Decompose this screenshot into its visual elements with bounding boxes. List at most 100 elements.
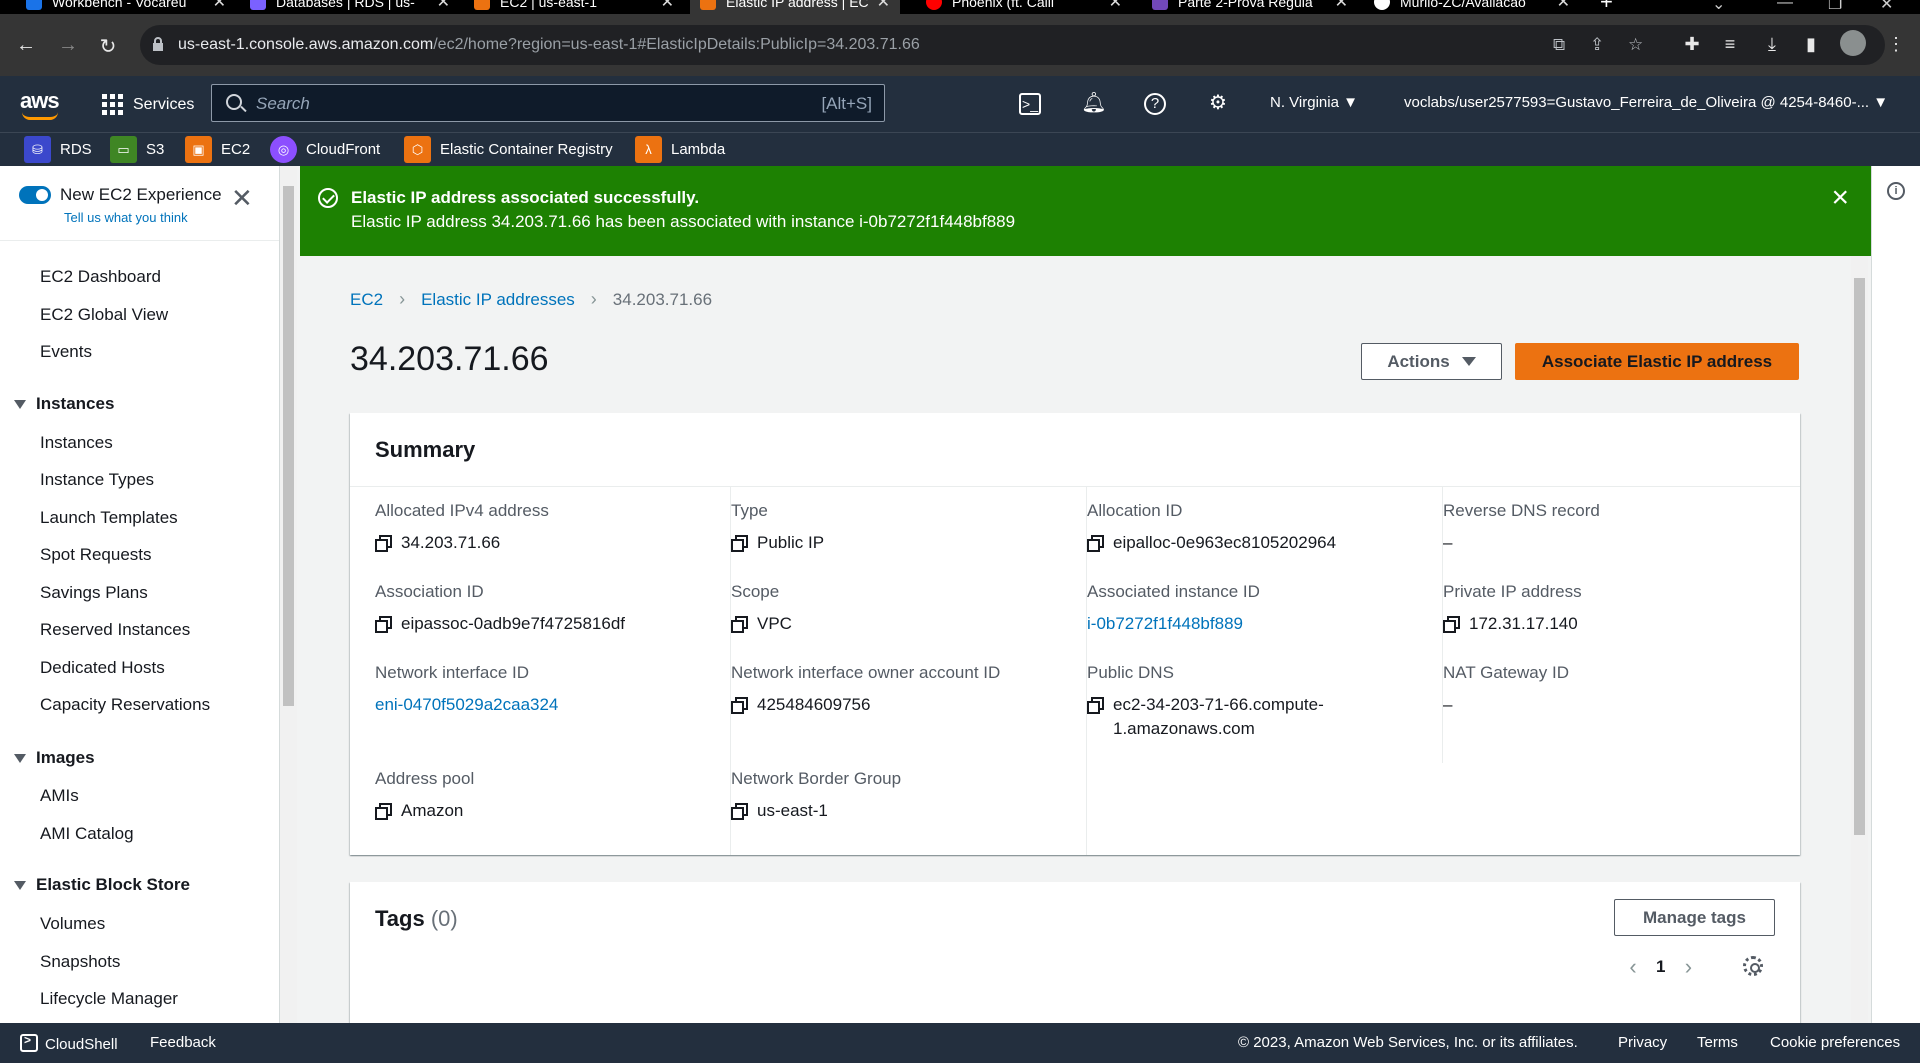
sidebar-item-global-view[interactable]: EC2 Global View (40, 305, 168, 325)
sidebar-item-launch-templates[interactable]: Launch Templates (40, 508, 178, 528)
chevron-left-icon[interactable]: ‹ (1620, 954, 1646, 980)
favorite-rds[interactable]: ⛁ RDS (24, 136, 92, 163)
share-icon[interactable]: ⇪ (1590, 35, 1604, 55)
sidebar-item-ami-catalog[interactable]: AMI Catalog (40, 824, 134, 844)
info-icon[interactable]: i (1887, 182, 1905, 200)
sidebar-section-instances[interactable]: Instances (14, 394, 114, 414)
copy-icon[interactable] (731, 616, 748, 633)
browser-tab[interactable]: Phoenix (ft. Caili ✕ (926, 0, 1122, 14)
browser-tab-active[interactable]: Elastic IP address | EC ✕ (690, 0, 900, 14)
browser-tab[interactable]: Murilo-ZC/Avaliacao ✕ (1374, 0, 1570, 14)
close-icon[interactable]: × (1831, 183, 1849, 213)
sidebar-item-instances[interactable]: Instances (40, 433, 113, 453)
close-icon[interactable]: ✕ (1335, 0, 1348, 12)
minimize-icon[interactable]: — (1777, 0, 1793, 12)
reload-icon[interactable]: ↻ (96, 34, 120, 59)
close-icon[interactable]: ✕ (1557, 0, 1570, 12)
feedback-button[interactable]: Feedback (150, 1034, 216, 1051)
sidebar-item-snapshots[interactable]: Snapshots (40, 952, 120, 972)
sidebar-section-images[interactable]: Images (14, 748, 95, 768)
copy-icon[interactable] (375, 803, 392, 820)
sidebar-item-dedicated-hosts[interactable]: Dedicated Hosts (40, 658, 165, 678)
close-icon[interactable]: ✕ (1109, 0, 1122, 12)
close-icon[interactable]: ✕ (437, 0, 450, 12)
forward-icon[interactable]: → (56, 34, 80, 57)
extensions-icon[interactable]: ✚ (1680, 34, 1704, 55)
cookie-preferences-link[interactable]: Cookie preferences (1770, 1034, 1900, 1051)
close-icon[interactable]: ✕ (661, 0, 674, 12)
main-scrollbar[interactable] (1851, 256, 1868, 1023)
cloudshell-icon[interactable]: >_ (1019, 93, 1041, 115)
address-bar[interactable]: us-east-1.console.aws.amazon.com/ec2/hom… (140, 25, 1885, 65)
browser-tab[interactable]: Parte 2-Prova Regula ✕ (1152, 0, 1348, 14)
close-icon[interactable]: ✕ (213, 0, 226, 12)
close-window-icon[interactable]: ✕ (1880, 0, 1893, 14)
manage-tags-button[interactable]: Manage tags (1614, 899, 1775, 936)
search-input[interactable]: Search [Alt+S] (211, 84, 885, 122)
scrollbar-thumb[interactable] (1854, 278, 1865, 835)
tab-search-icon[interactable]: ⌄ (1712, 0, 1725, 14)
bookmark-star-icon[interactable]: ☆ (1628, 35, 1643, 55)
sidebar-item-capacity-reservations[interactable]: Capacity Reservations (40, 695, 210, 715)
breadcrumb-elastic-ips[interactable]: Elastic IP addresses (421, 290, 575, 310)
instance-link[interactable]: i-0b7272f1f448bf889 (1087, 612, 1243, 636)
favorite-ec2[interactable]: ▣ EC2 (185, 136, 250, 163)
menu-kebab-icon[interactable]: ⋮ (1884, 34, 1908, 55)
copy-icon[interactable] (375, 616, 392, 633)
browser-tab[interactable]: EC2 | us-east-1 ✕ (474, 0, 674, 14)
sidebar-item-lifecycle-manager[interactable]: Lifecycle Manager (40, 989, 178, 1009)
help-icon[interactable]: ? (1144, 93, 1166, 115)
copy-icon[interactable] (731, 697, 748, 714)
account-menu[interactable]: voclabs/user2577593=Gustavo_Ferreira_de_… (1404, 94, 1888, 111)
chevron-right-icon[interactable]: › (1675, 954, 1701, 980)
copy-icon[interactable] (731, 535, 748, 552)
favorite-lambda[interactable]: λ Lambda (635, 136, 725, 163)
sidebar-section-ebs[interactable]: Elastic Block Store (14, 875, 190, 895)
sidebar-scrollbar[interactable] (280, 166, 297, 1023)
download-icon[interactable]: ⤓ (1760, 34, 1784, 55)
feedback-link[interactable]: Tell us what you think (64, 210, 188, 225)
notifications-bell-icon[interactable]: 🔔︎ (1081, 90, 1107, 116)
copy-icon[interactable] (1443, 616, 1460, 633)
new-experience-toggle[interactable] (19, 186, 51, 204)
terms-link[interactable]: Terms (1697, 1034, 1738, 1051)
sidebar-item-events[interactable]: Events (40, 342, 92, 362)
sidebar-item-reserved-instances[interactable]: Reserved Instances (40, 620, 190, 640)
breadcrumb-ec2[interactable]: EC2 (350, 290, 383, 310)
sidebar-item-amis[interactable]: AMIs (40, 786, 79, 806)
scrollbar-thumb[interactable] (283, 186, 294, 706)
restore-icon[interactable]: ❐ (1828, 0, 1842, 14)
sidebar-item-ec2-dashboard[interactable]: EC2 Dashboard (40, 267, 161, 287)
close-icon[interactable]: ✕ (877, 0, 890, 12)
services-menu[interactable]: Services (102, 94, 194, 115)
translate-icon[interactable]: ⧉ (1553, 35, 1565, 55)
copy-icon[interactable] (1087, 697, 1104, 714)
favorite-cloudfront[interactable]: ◎ CloudFront (270, 136, 380, 163)
favorite-s3[interactable]: ▭ S3 (110, 136, 164, 163)
browser-tab[interactable]: Workbench - Vocareu ✕ (26, 0, 226, 14)
associate-elastic-ip-button[interactable]: Associate Elastic IP address (1515, 343, 1799, 380)
favorite-ecr[interactable]: ⬡ Elastic Container Registry (404, 136, 613, 163)
settings-gear-icon[interactable]: ⚙ (1205, 90, 1231, 116)
network-interface-link[interactable]: eni-0470f5029a2caa324 (375, 693, 558, 717)
page-number[interactable]: 1 (1656, 957, 1665, 977)
new-tab-button[interactable]: + (1600, 0, 1620, 14)
aws-logo[interactable]: aws (20, 88, 60, 120)
copy-icon[interactable] (1087, 535, 1104, 552)
browser-tab[interactable]: Databases | RDS | us- ✕ (250, 0, 450, 14)
close-icon[interactable]: ✕ (231, 185, 253, 211)
sidepanel-icon[interactable]: ▮ (1799, 34, 1823, 55)
sidebar-item-savings-plans[interactable]: Savings Plans (40, 583, 148, 603)
back-icon[interactable]: ← (14, 34, 38, 57)
actions-button[interactable]: Actions (1361, 343, 1502, 380)
cloudshell-button[interactable]: CloudShell (20, 1033, 118, 1053)
region-selector[interactable]: N. Virginia ▼ (1270, 94, 1358, 111)
sidebar-item-instance-types[interactable]: Instance Types (40, 470, 154, 490)
sidebar-item-spot-requests[interactable]: Spot Requests (40, 545, 152, 565)
media-icon[interactable]: ≡ (1718, 34, 1742, 55)
copy-icon[interactable] (731, 803, 748, 820)
sidebar-item-volumes[interactable]: Volumes (40, 914, 105, 934)
copy-icon[interactable] (375, 535, 392, 552)
privacy-link[interactable]: Privacy (1618, 1034, 1667, 1051)
profile-avatar[interactable] (1840, 30, 1866, 56)
